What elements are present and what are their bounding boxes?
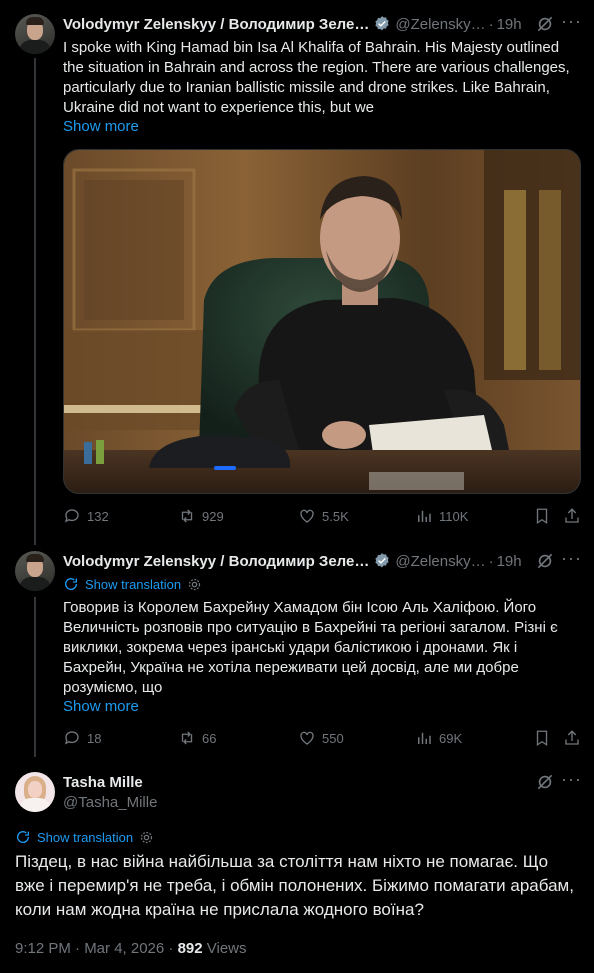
show-translation-link[interactable]: Show translation: [63, 576, 202, 592]
reply-button[interactable]: 132: [63, 507, 109, 525]
post-text: Говорив із Королем Бахрейну Хамадом бін …: [63, 599, 558, 696]
post-actions: 18 66 550 69K: [63, 729, 581, 749]
like-icon: [300, 509, 314, 523]
translate-icon: [17, 831, 30, 843]
thread-connector: [34, 58, 36, 545]
repost-icon: [181, 731, 193, 745]
reply-icon: [64, 509, 79, 523]
like-button[interactable]: 550: [298, 729, 344, 747]
like-count: 5.5K: [322, 508, 349, 524]
post-text: I spoke with King Hamad bin Isa Al Khali…: [63, 39, 570, 116]
bookmark-icon[interactable]: [533, 729, 551, 747]
reply-count: 18: [87, 730, 102, 746]
reply-count: 132: [87, 508, 109, 524]
thread-connector: [34, 597, 36, 757]
views-label: Views: [202, 940, 247, 957]
repost-button[interactable]: 66: [178, 729, 216, 747]
like-button[interactable]: 5.5K: [298, 507, 349, 525]
like-icon: [300, 731, 314, 745]
views-count: 892: [177, 940, 203, 957]
post-header: Volodymyr Zelenskyy / Володимир Зеле… @Z…: [63, 15, 522, 33]
author-name[interactable]: Volodymyr Zelenskyy / Володимир Зеле…: [63, 553, 369, 570]
translate-icon: [65, 578, 78, 590]
show-translation-link[interactable]: Show translation: [15, 829, 154, 845]
post-actions: 132 929 5.5K 110K: [63, 507, 581, 527]
repost-count: 66: [202, 730, 217, 746]
gear-icon[interactable]: [187, 577, 202, 592]
reply-icon: [64, 731, 79, 745]
views-count: 110K: [439, 508, 469, 524]
post-header: Tasha Mille: [63, 772, 143, 792]
verified-badge-icon: [375, 553, 389, 568]
more-icon[interactable]: ···: [561, 12, 581, 34]
more-icon[interactable]: ···: [561, 770, 581, 792]
post-time[interactable]: 19h: [497, 553, 522, 570]
share-icon[interactable]: [563, 507, 581, 525]
avatar[interactable]: [15, 551, 55, 591]
post-image[interactable]: [63, 149, 581, 494]
post-header: Volodymyr Zelenskyy / Володимир Зеле… @Z…: [63, 552, 522, 570]
repost-icon: [181, 509, 193, 523]
views-icon: [418, 732, 431, 744]
show-more-link[interactable]: Show more: [63, 698, 139, 715]
share-icon[interactable]: [563, 729, 581, 747]
bookmark-icon[interactable]: [533, 507, 551, 525]
avatar[interactable]: [15, 14, 55, 54]
verified-badge-icon: [375, 16, 389, 31]
views-button[interactable]: 110K: [415, 507, 468, 525]
author-name[interactable]: Volodymyr Zelenskyy / Володимир Зеле…: [63, 16, 369, 33]
photo-illustration: [64, 150, 580, 493]
more-icon[interactable]: ···: [561, 549, 581, 571]
post-timestamp[interactable]: 9:12 PM · Mar 4, 2026 ·: [15, 940, 178, 957]
gear-icon[interactable]: [139, 830, 154, 845]
post-text: Піздец, в нас війна найбільша за столітт…: [15, 852, 574, 919]
grok-icon[interactable]: [535, 772, 555, 792]
author-name[interactable]: Tasha Mille: [63, 774, 143, 791]
author-handle[interactable]: @Zelensky…: [395, 16, 485, 33]
grok-icon[interactable]: [535, 14, 555, 34]
show-more-link[interactable]: Show more: [63, 118, 139, 135]
views-icon: [418, 510, 431, 522]
views-count: 69K: [439, 730, 463, 746]
post-time[interactable]: 19h: [497, 16, 522, 33]
reply-button[interactable]: 18: [63, 729, 101, 747]
repost-count: 929: [202, 508, 224, 524]
avatar[interactable]: [15, 772, 55, 812]
grok-icon[interactable]: [535, 551, 555, 571]
author-handle[interactable]: @Zelensky…: [395, 553, 485, 570]
repost-button[interactable]: 929: [178, 507, 224, 525]
views-button[interactable]: 69K: [415, 729, 462, 747]
post-meta: 9:12 PM · Mar 4, 2026 · 892 Views: [15, 940, 247, 957]
author-handle[interactable]: @Tasha_Mille: [63, 794, 157, 811]
like-count: 550: [322, 730, 344, 746]
